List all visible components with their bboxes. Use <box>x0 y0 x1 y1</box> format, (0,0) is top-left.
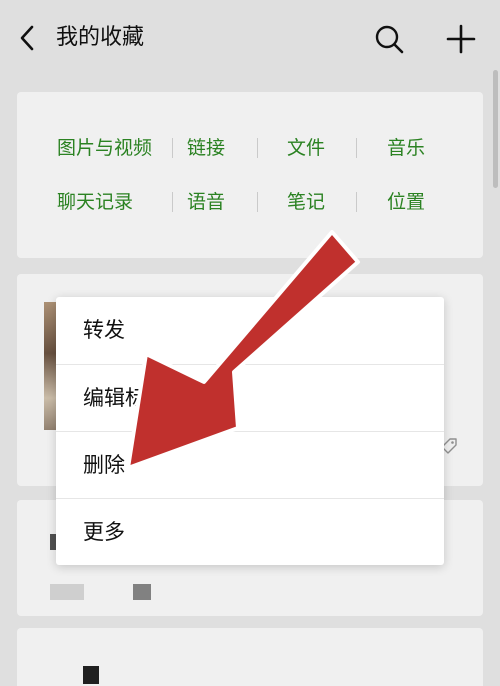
annotation-arrow-icon <box>126 230 360 470</box>
